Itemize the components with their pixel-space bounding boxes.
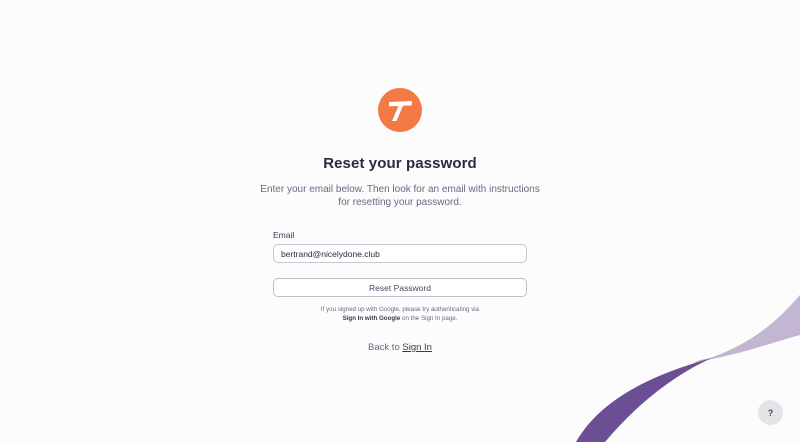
swoosh-dark-band: [576, 358, 712, 442]
help-icon: ?: [767, 407, 774, 418]
email-field[interactable]: [273, 244, 527, 263]
back-prefix: Back to: [368, 342, 403, 353]
page-subtitle: Enter your email below. Then look for an…: [260, 184, 540, 208]
reset-password-page: Reset your password Enter your email bel…: [0, 0, 800, 442]
decorative-swoosh: [576, 295, 800, 442]
google-note-line2: on the Sign In page.: [400, 315, 458, 322]
swoosh-light-band: [690, 295, 800, 365]
sign-in-link[interactable]: Sign In: [402, 342, 432, 353]
email-label: Email: [273, 230, 295, 240]
reset-password-button[interactable]: Reset Password: [273, 278, 527, 297]
back-to-sign-in: Back to Sign In: [0, 342, 800, 353]
google-signin-note: If you signed up with Google, please try…: [260, 305, 540, 323]
google-note-line1: If you signed up with Google, please try…: [320, 306, 480, 313]
t-logo-icon: [378, 88, 422, 132]
help-button[interactable]: ?: [758, 400, 783, 425]
page-title: Reset your password: [323, 155, 477, 172]
google-note-emphasis: Sign In with Google: [342, 315, 401, 322]
